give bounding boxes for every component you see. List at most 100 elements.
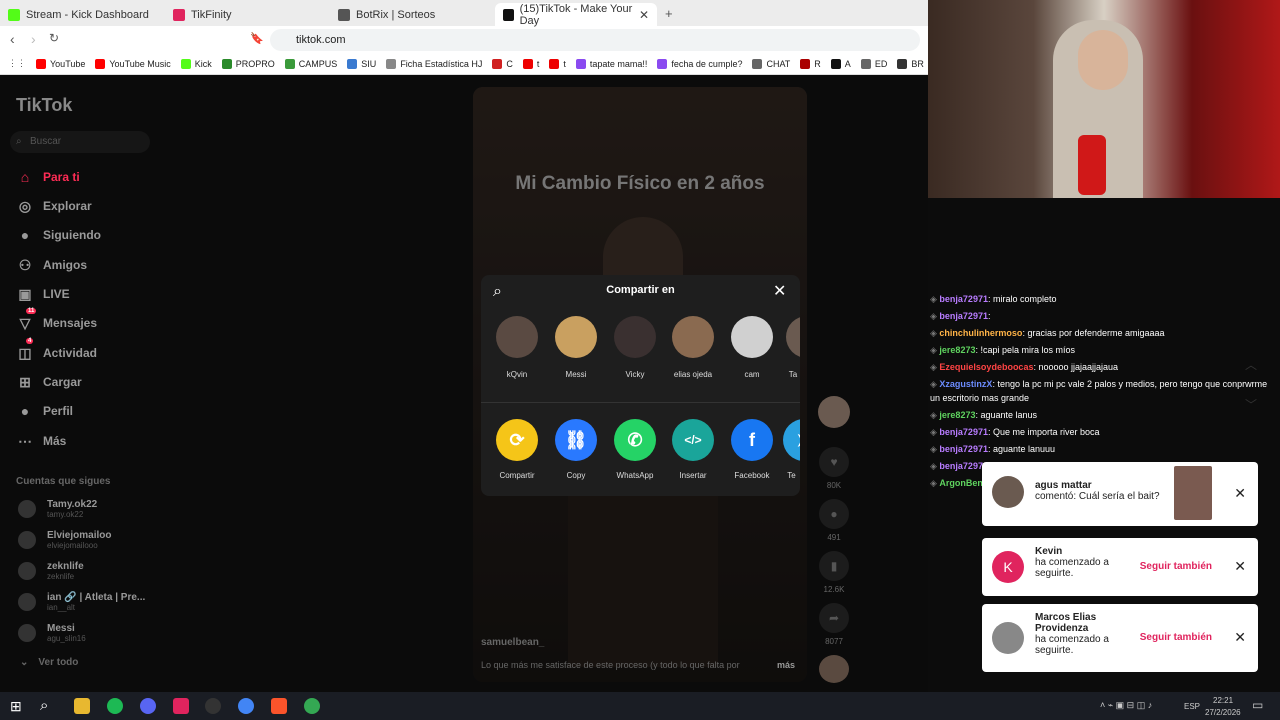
chat-username[interactable]: XzagustinzX (939, 379, 992, 389)
search-icon[interactable]: ⌕ (40, 697, 48, 714)
browser-tab[interactable]: (15)TikTok - Make Your Day ✕ (495, 3, 657, 27)
share-contact[interactable]: Ta (786, 316, 800, 380)
bookmark-item[interactable]: ED (860, 58, 887, 69)
discord-icon[interactable] (140, 698, 156, 714)
following-item[interactable]: Messi agu_slin16 (18, 623, 86, 643)
browser-tab[interactable]: Stream - Kick Dashboard (0, 3, 160, 26)
bookmark-item[interactable]: CAMPUS (284, 58, 337, 69)
clock-date[interactable]: 27/2/2026 (1205, 708, 1241, 717)
close-icon[interactable]: ✕ (1234, 629, 1246, 646)
share-action[interactable]: ➦ 8077 (818, 603, 850, 646)
following-item[interactable]: ian 🔗 | Atleta | Pre... ian__alt (18, 592, 145, 612)
follow-back-button[interactable]: Seguir también (1140, 632, 1212, 643)
nav-item-para-ti[interactable]: ⌂ Para ti (16, 168, 80, 186)
following-item[interactable]: Tamy.ok22 tamy.ok22 (18, 499, 97, 519)
chat-username[interactable]: benja72971 (939, 461, 988, 471)
bookmark-item[interactable]: Kick (180, 58, 212, 69)
language-indicator[interactable]: ESP (1184, 702, 1200, 711)
nav-item-live[interactable]: ▣ LIVE (16, 285, 69, 303)
notification-card[interactable]: K Kevin ha comenzado a seguirte. Seguir tam… (982, 538, 1258, 596)
apps-grid-icon[interactable]: ⋮⋮ (8, 58, 26, 69)
video-author[interactable]: samuelbean_ (481, 637, 544, 648)
chrome-icon[interactable] (238, 698, 254, 714)
new-tab-icon[interactable]: + (665, 6, 673, 21)
reload-icon[interactable]: ↻ (49, 31, 59, 45)
close-icon[interactable]: ✕ (1234, 485, 1246, 502)
bookmark-item[interactable]: YouTube (36, 58, 85, 69)
bookmark-item[interactable]: tapate mama!! (575, 58, 647, 69)
chat-username[interactable]: jere8273 (939, 345, 975, 355)
chat-username[interactable]: jere8273 (939, 410, 975, 420)
bookmark-item[interactable]: PROPRO (221, 58, 275, 69)
brave-icon[interactable] (271, 698, 287, 714)
nav-item-mensajes[interactable]: ▽ 11 Mensajes (16, 308, 97, 332)
nav-item-amigos[interactable]: ⚇ Amigos (16, 256, 87, 274)
share-whatsapp-button[interactable]: ✆ WhatsApp (607, 419, 663, 481)
share-contact[interactable]: kQvin (492, 316, 542, 380)
windows-icon[interactable]: ⊞ (10, 698, 22, 715)
bookmark-item[interactable]: R (800, 58, 821, 69)
share-te-button[interactable]: ➤ Te (783, 419, 800, 481)
following-item[interactable]: Elviejomailoo elviejomailooo (18, 530, 111, 550)
file-explorer-icon[interactable] (74, 698, 90, 714)
browser-tab[interactable]: BotRix | Sorteos (330, 3, 490, 26)
bookmark-icon[interactable]: 🔖 (250, 32, 264, 45)
comment-action[interactable]: ● 491 (818, 499, 850, 542)
spotify-icon[interactable] (107, 698, 123, 714)
browser-tab[interactable]: TikFinity (165, 3, 325, 26)
forward-icon[interactable]: › (31, 31, 36, 47)
nav-item-más[interactable]: ⋯ Más (16, 432, 66, 450)
share-contact[interactable]: Vicky (610, 316, 660, 380)
close-icon[interactable]: ✕ (773, 281, 786, 301)
following-item[interactable]: zeknlife zeknlife (18, 561, 84, 581)
bookmark-action[interactable]: ▮ 12.6K (818, 551, 850, 594)
heart-action[interactable]: ♥ 80K (818, 447, 850, 490)
obs-icon[interactable] (205, 698, 221, 714)
music-disc[interactable] (819, 655, 849, 683)
chat-username[interactable]: benja72971 (939, 427, 988, 437)
bookmark-item[interactable]: fecha de cumple? (657, 58, 742, 69)
nav-item-explorar[interactable]: ◎ Explorar (16, 197, 92, 215)
chat-username[interactable]: Ezequielsoydeboocas (939, 362, 1033, 372)
chrome-icon[interactable] (304, 698, 320, 714)
chat-username[interactable]: chinchulinhermoso (939, 328, 1022, 338)
notification-card[interactable]: Marcos Elias Providenza ha comenzado a se… (982, 604, 1258, 672)
close-icon[interactable]: ✕ (1234, 558, 1246, 575)
bookmark-item[interactable]: YouTube Music (95, 58, 171, 69)
more-link[interactable]: más (777, 660, 795, 670)
share-compartir-button[interactable]: ⟳ Compartir (489, 419, 545, 481)
nav-item-perfil[interactable]: ● Perfil (16, 402, 73, 420)
tiktok-logo[interactable]: TikTok (16, 95, 72, 116)
share-contact[interactable]: Messi (551, 316, 601, 380)
see-all-link[interactable]: ⌄ Ver todo (20, 657, 78, 668)
bookmark-item[interactable]: SIU (347, 58, 376, 69)
creator-avatar[interactable] (818, 396, 850, 428)
bookmark-item[interactable]: C (492, 58, 513, 69)
url-field[interactable]: tiktok.com (270, 29, 920, 51)
notifications-icon[interactable]: ▭ (1252, 698, 1263, 712)
tray-icons[interactable]: ˄ ⌁ ▣ ⊟ ◫ ♪ (1100, 700, 1152, 711)
share-facebook-button[interactable]: f Facebook (724, 419, 780, 481)
back-icon[interactable]: ‹ (10, 31, 15, 47)
bookmark-item[interactable]: CHAT (752, 58, 790, 69)
bookmark-item[interactable]: BR (897, 58, 924, 69)
search-input[interactable]: ⌕ Buscar (10, 131, 150, 153)
follow-back-button[interactable]: Seguir también (1140, 561, 1212, 572)
share-contact[interactable]: cam (727, 316, 777, 380)
nav-item-siguiendo[interactable]: ● Siguiendo (16, 226, 101, 244)
notification-card[interactable]: agus mattar comentó: Cuál sería el bait? ✕ (982, 462, 1258, 526)
share-copy-button[interactable]: ⛓ Copy (548, 419, 604, 481)
clock-time[interactable]: 22:21 (1213, 696, 1233, 705)
close-icon[interactable]: ✕ (639, 8, 649, 22)
tikfinity-icon[interactable] (173, 698, 189, 714)
nav-item-cargar[interactable]: ⊞ Cargar (16, 373, 82, 391)
bookmark-item[interactable]: t (549, 58, 566, 69)
share-insertar-button[interactable]: </> Insertar (665, 419, 721, 481)
bookmark-item[interactable]: t (522, 58, 539, 69)
chat-username[interactable]: benja72971 (939, 444, 988, 454)
bookmark-item[interactable]: A (830, 58, 851, 69)
bookmark-item[interactable]: Ficha Estadística HJ (386, 58, 482, 69)
chat-username[interactable]: benja72971 (939, 294, 988, 304)
nav-item-actividad[interactable]: ◫ 4 Actividad (16, 338, 97, 362)
share-contact[interactable]: elias ojeda (668, 316, 718, 380)
